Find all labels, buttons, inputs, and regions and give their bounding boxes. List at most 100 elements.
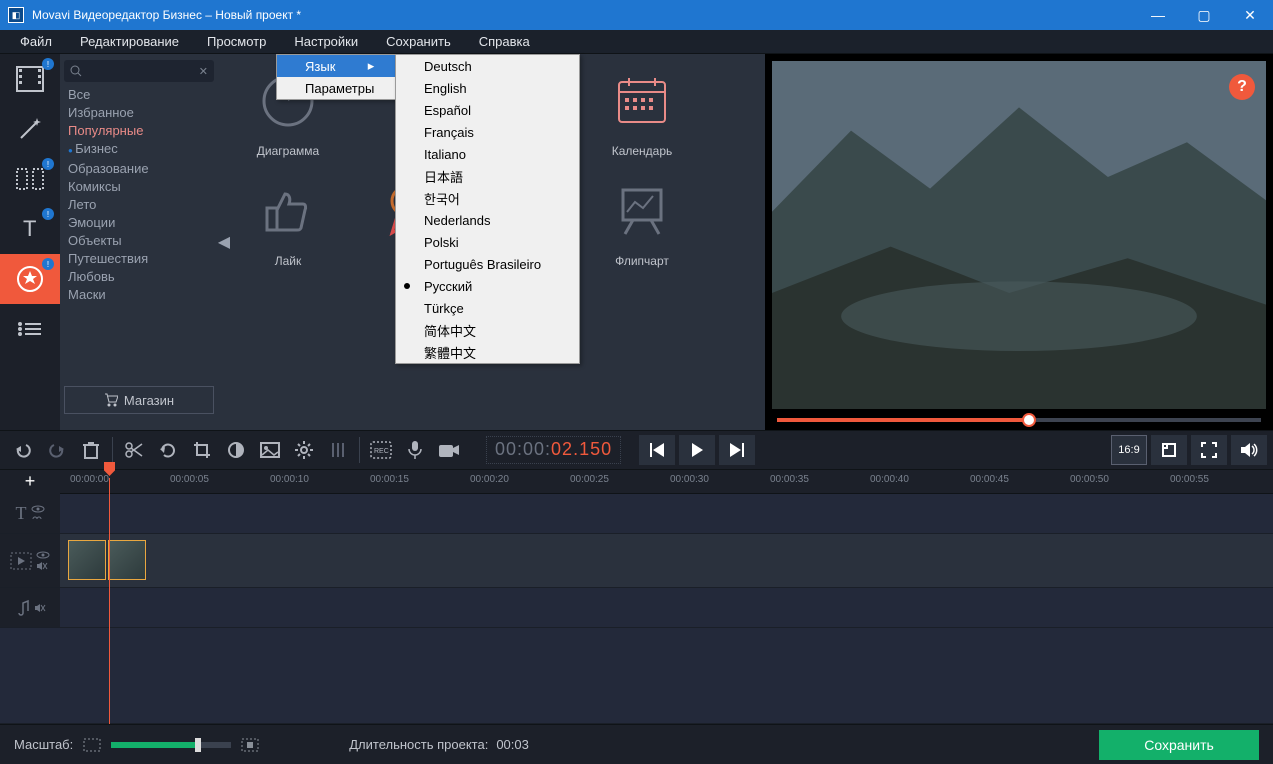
menu-help[interactable]: Справка — [465, 30, 544, 53]
list-icon — [17, 321, 43, 337]
lang-option[interactable]: Italiano — [396, 143, 579, 165]
template-item[interactable]: Календарь — [592, 62, 692, 158]
settings-button[interactable] — [287, 435, 321, 465]
category-item[interactable]: Все — [64, 86, 214, 104]
record-button[interactable]: REC — [364, 435, 398, 465]
redo-button[interactable] — [40, 435, 74, 465]
seek-thumb[interactable] — [1022, 413, 1036, 427]
mute-icon[interactable] — [36, 561, 48, 571]
tool-more[interactable] — [0, 304, 60, 354]
svg-text:T: T — [23, 216, 36, 241]
category-item[interactable]: Избранное — [64, 104, 214, 122]
menu-view[interactable]: Просмотр — [193, 30, 280, 53]
lang-option[interactable]: English — [396, 77, 579, 99]
clear-search-icon[interactable]: ✕ — [199, 65, 208, 78]
time-ruler[interactable]: + 00:00:00 00:00:05 00:00:10 00:00:15 00… — [0, 470, 1273, 494]
lang-option-selected[interactable]: Русский — [396, 275, 579, 297]
video-clip[interactable] — [68, 540, 106, 580]
lang-option[interactable]: 日本語 — [396, 165, 579, 187]
audio-track[interactable] — [0, 588, 1273, 628]
template-label: Диаграмма — [257, 144, 319, 158]
category-item[interactable]: Лето — [64, 196, 214, 214]
tool-import[interactable]: ! — [0, 54, 60, 104]
eye-icon[interactable] — [36, 551, 50, 559]
category-item[interactable]: Путешествия — [64, 250, 214, 268]
volume-button[interactable] — [1231, 435, 1267, 465]
crop-button[interactable] — [185, 435, 219, 465]
tool-titles[interactable]: T ! — [0, 204, 60, 254]
seek-bar[interactable] — [765, 410, 1273, 430]
ruler-tick: 00:00:05 — [170, 474, 209, 485]
mute-icon[interactable] — [34, 603, 46, 613]
cut-button[interactable] — [117, 435, 151, 465]
tool-transitions[interactable]: ! — [0, 154, 60, 204]
settings-parameters[interactable]: Параметры — [277, 77, 398, 99]
lang-option[interactable]: 한국어 — [396, 187, 579, 209]
category-item[interactable]: Образование — [64, 160, 214, 178]
eye-icon[interactable] — [31, 505, 45, 513]
delete-button[interactable] — [74, 435, 108, 465]
collapse-handle[interactable]: ◀ — [218, 54, 230, 430]
undo-button[interactable] — [6, 435, 40, 465]
aspect-button[interactable]: 16:9 — [1111, 435, 1147, 465]
close-button[interactable]: ✕ — [1227, 0, 1273, 30]
lang-option[interactable]: Español — [396, 99, 579, 121]
video-track[interactable] — [0, 534, 1273, 588]
rotate-button[interactable] — [151, 435, 185, 465]
lang-option[interactable]: Deutsch — [396, 55, 579, 77]
category-item[interactable]: Любовь — [64, 268, 214, 286]
menu-save[interactable]: Сохранить — [372, 30, 465, 53]
menu-settings[interactable]: Настройки — [280, 30, 372, 53]
template-label: Календарь — [612, 144, 673, 158]
lang-option[interactable]: Français — [396, 121, 579, 143]
equalizer-button[interactable] — [321, 435, 355, 465]
template-label: Флипчарт — [615, 254, 669, 268]
category-item[interactable]: Объекты — [64, 232, 214, 250]
category-item[interactable]: Бизнес — [64, 140, 214, 160]
category-item[interactable]: Комиксы — [64, 178, 214, 196]
titles-track[interactable]: T — [0, 494, 1273, 534]
lang-option[interactable]: Türkçe — [396, 297, 579, 319]
menu-edit[interactable]: Редактирование — [66, 30, 193, 53]
video-clip[interactable] — [108, 540, 146, 580]
save-button[interactable]: Сохранить — [1099, 730, 1259, 760]
fullscreen-button[interactable] — [1191, 435, 1227, 465]
empty-track-area[interactable] — [0, 628, 1273, 724]
play-button[interactable] — [679, 435, 715, 465]
settings-language[interactable]: Язык ▸ — [277, 55, 398, 77]
tool-stickers[interactable]: ! — [0, 254, 60, 304]
template-item[interactable]: Лайк — [238, 172, 338, 268]
prev-button[interactable] — [639, 435, 675, 465]
category-item-selected[interactable]: Популярные — [64, 122, 214, 140]
camera-button[interactable] — [432, 435, 466, 465]
lang-option[interactable]: Português Brasileiro — [396, 253, 579, 275]
playhead[interactable] — [109, 478, 110, 724]
popout-button[interactable] — [1151, 435, 1187, 465]
color-button[interactable] — [219, 435, 253, 465]
track-header — [0, 534, 60, 587]
ruler-tick: 00:00:15 — [370, 474, 409, 485]
lang-option[interactable]: 简体中文 — [396, 319, 579, 341]
template-item[interactable]: Флипчарт — [592, 172, 692, 268]
mic-button[interactable] — [398, 435, 432, 465]
search-input[interactable]: ✕ — [64, 60, 214, 82]
lang-option[interactable]: 繁體中文 — [396, 341, 579, 363]
zoom-slider[interactable] — [111, 742, 231, 748]
timecode[interactable]: 00:00:02.150 — [486, 436, 621, 464]
category-item[interactable]: Маски — [64, 286, 214, 304]
maximize-button[interactable]: ▢ — [1181, 0, 1227, 30]
store-button[interactable]: Магазин — [64, 386, 214, 414]
help-button[interactable]: ? — [1229, 74, 1255, 100]
text-icon: T — [17, 216, 43, 242]
lang-option[interactable]: Polski — [396, 231, 579, 253]
category-item[interactable]: Эмоции — [64, 214, 214, 232]
add-track-button[interactable]: + — [0, 470, 60, 494]
preview-video[interactable] — [771, 60, 1267, 410]
minimize-button[interactable]: — — [1135, 0, 1181, 30]
image-button[interactable] — [253, 435, 287, 465]
next-button[interactable] — [719, 435, 755, 465]
lang-option[interactable]: Nederlands — [396, 209, 579, 231]
menu-file[interactable]: Файл — [6, 30, 66, 53]
tool-filters[interactable] — [0, 104, 60, 154]
link-icon[interactable] — [31, 515, 43, 523]
